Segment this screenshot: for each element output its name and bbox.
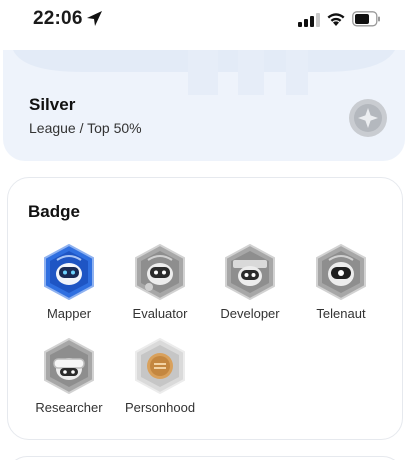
next-card — [7, 456, 403, 460]
badge-label: Researcher — [35, 400, 103, 415]
badge-section-title: Badge — [28, 202, 80, 221]
signal-icon — [298, 13, 320, 27]
badge-label: Personhood — [124, 400, 196, 415]
location-arrow-icon — [87, 11, 102, 26]
telenaut-robot-badge-icon — [316, 244, 366, 300]
battery-icon — [352, 11, 380, 27]
badge-telenaut[interactable]: Telenaut — [295, 244, 385, 334]
badge-personhood[interactable]: Personhood — [114, 338, 204, 428]
league-decoration — [13, 50, 395, 95]
badge-mapper[interactable]: Mapper — [23, 244, 113, 334]
status-time: 22:06 — [33, 8, 83, 29]
badge-evaluator[interactable]: Evaluator — [114, 244, 204, 334]
evaluator-robot-badge-icon — [135, 244, 185, 300]
wifi-icon — [327, 13, 345, 26]
badge-researcher[interactable]: Researcher — [23, 338, 113, 428]
status-bar: 22:06 — [0, 0, 411, 40]
badge-label: Telenaut — [316, 306, 366, 321]
badge-label: Mapper — [46, 306, 92, 321]
league-title: Silver — [29, 95, 76, 114]
badge-card: Badge Mapper Evaluator Developer Telenau… — [7, 177, 403, 440]
badge-developer[interactable]: Developer — [204, 244, 294, 334]
badge-label: Evaluator — [132, 306, 188, 321]
researcher-robot-badge-icon — [44, 338, 94, 394]
mapper-robot-badge-icon — [44, 244, 94, 300]
league-subtitle: League / Top 50% — [29, 120, 142, 136]
developer-robot-badge-icon — [225, 244, 275, 300]
silver-star-medal-icon — [349, 99, 387, 137]
personhood-coin-badge-icon — [135, 338, 185, 394]
badge-label: Developer — [220, 306, 280, 321]
league-card[interactable]: Silver League / Top 50% — [3, 50, 405, 161]
